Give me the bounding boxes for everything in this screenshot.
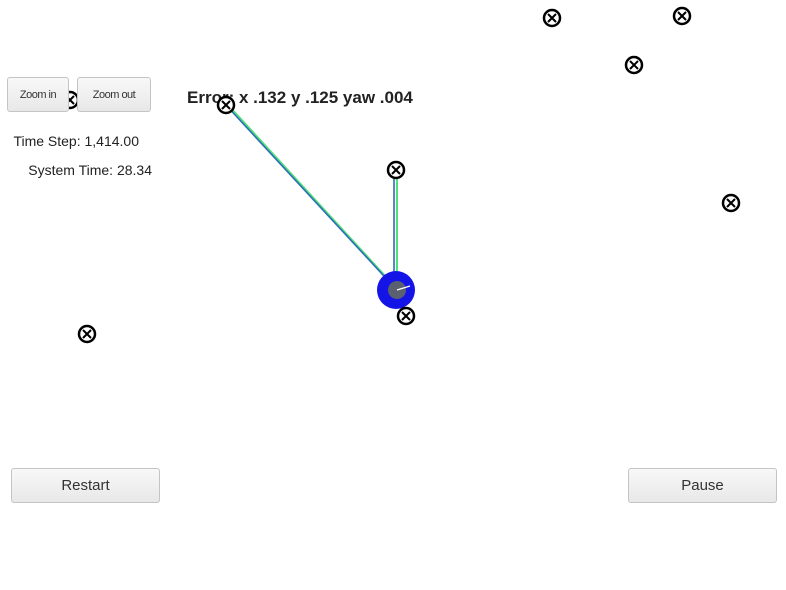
simulator-canvas: Error: x .132 y .125 yaw .004 Zoom in Zo… <box>0 0 786 590</box>
zoom-out-button[interactable]: Zoom out <box>77 77 151 112</box>
landmark-marker-icon <box>624 55 644 75</box>
observation-line <box>224 103 396 289</box>
landmark-marker-icon <box>77 324 97 344</box>
landmark-marker-icon <box>542 8 562 28</box>
restart-button[interactable]: Restart <box>11 468 160 503</box>
landmark-marker-icon <box>721 193 741 213</box>
zoom-in-button[interactable]: Zoom in <box>7 77 69 112</box>
pause-button[interactable]: Pause <box>628 468 777 503</box>
landmark-marker-icon <box>672 6 692 26</box>
system-time-readout: System Time: 28.34 <box>28 162 152 178</box>
time-step-readout: Time Step: 1,414.00 <box>13 133 139 149</box>
vehicle-icon <box>377 271 415 309</box>
landmark-marker-icon <box>386 160 406 180</box>
landmark-marker-icon <box>216 95 236 115</box>
landmark-marker-icon <box>396 306 416 326</box>
ground-truth-line <box>227 104 399 291</box>
